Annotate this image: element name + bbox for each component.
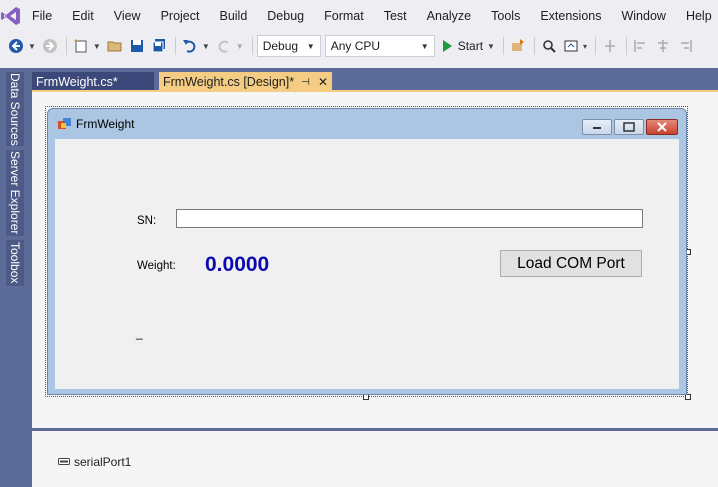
new-dropdown-icon[interactable]: ▼ (93, 42, 101, 51)
close-icon[interactable]: ✕ (318, 75, 328, 89)
menu-test[interactable]: Test (374, 0, 417, 32)
play-icon (442, 40, 452, 52)
visual-studio-logo-icon[interactable] (0, 0, 22, 32)
align-centers-icon (653, 36, 673, 56)
toolbar-separator (594, 37, 596, 55)
sn-label: SN: (137, 215, 157, 227)
navigate-back-icon[interactable] (6, 36, 26, 56)
form-titlebar: FrmWeight (48, 109, 686, 139)
window-buttons (580, 119, 678, 135)
find-icon[interactable] (539, 36, 559, 56)
start-label: Start (457, 39, 484, 53)
status-label: _ (136, 326, 143, 340)
navigate-forward-icon (40, 36, 60, 56)
toolbar-separator (65, 37, 67, 55)
component-tray (32, 428, 718, 487)
align-lefts-icon (631, 36, 651, 56)
toolbar-overflow-icon[interactable]: ▾ (583, 42, 587, 51)
browser-icon[interactable] (561, 36, 581, 56)
configuration-select[interactable]: Debug ▼ (256, 35, 321, 57)
menu-help[interactable]: Help (676, 0, 718, 32)
chevron-down-icon: ▼ (420, 41, 429, 51)
toolbar-separator (625, 37, 627, 55)
toolbar-strip (0, 60, 718, 68)
menu-build[interactable]: Build (209, 0, 257, 32)
menu-file[interactable]: File (22, 0, 62, 32)
weight-label: Weight: (137, 260, 176, 272)
tab-label: FrmWeight.cs [Design]* (163, 75, 295, 89)
new-project-icon[interactable] (71, 36, 91, 56)
load-com-port-button[interactable]: Load COM Port (500, 250, 642, 277)
server-explorer-tab[interactable]: Server Explorer (6, 150, 24, 236)
maximize-icon (623, 122, 635, 132)
weight-value: 0.0000 (205, 253, 270, 276)
close-button[interactable] (646, 119, 678, 135)
menu-tools[interactable]: Tools (481, 0, 530, 32)
document-tabs: FrmWeight.cs* FrmWeight.cs [Design]* ⊣ ✕ (32, 68, 718, 92)
menu-debug[interactable]: Debug (257, 0, 314, 32)
undo-icon[interactable] (180, 36, 200, 56)
sn-input[interactable] (176, 209, 643, 228)
toolbar-separator (502, 37, 504, 55)
hot-reload-icon[interactable] (508, 36, 528, 56)
menu-analyze[interactable]: Analyze (417, 0, 481, 32)
form-window[interactable]: FrmWeight SN: Weight: 0.0000 Load COM Po… (47, 108, 687, 395)
serial-port-component[interactable]: serialPort1 (58, 455, 131, 469)
toolbar-separator (174, 37, 176, 55)
save-icon[interactable] (127, 36, 147, 56)
form-client-area: SN: Weight: 0.0000 Load COM Port _ (55, 139, 679, 389)
serial-port-label: serialPort1 (74, 455, 132, 469)
serial-port-icon (58, 457, 70, 467)
align-grid-icon (600, 36, 620, 56)
minimize-icon (593, 127, 601, 129)
menu-bar: File Edit View Project Build Debug Forma… (0, 0, 718, 32)
chevron-down-icon: ▼ (306, 41, 315, 51)
menu-format[interactable]: Format (314, 0, 374, 32)
close-icon (657, 122, 667, 132)
minimize-button[interactable] (582, 119, 612, 135)
maximize-button[interactable] (614, 119, 644, 135)
menu-view[interactable]: View (104, 0, 151, 32)
platform-value: Any CPU (330, 39, 381, 53)
standard-toolbar: ▼ ▼ ▼ ▼ Debug ▼ Any CPU ▼ Start ▼ ▾ (0, 32, 718, 60)
pin-icon[interactable]: ⊣ (301, 77, 310, 88)
align-rights-icon (675, 36, 695, 56)
toolbar-separator (251, 37, 253, 55)
menu-window[interactable]: Window (611, 0, 675, 32)
start-dropdown-icon[interactable]: ▼ (487, 42, 495, 51)
configuration-value: Debug (262, 39, 299, 53)
start-debugging-button[interactable]: Start (439, 39, 487, 53)
form-app-icon (58, 117, 72, 131)
form-title: FrmWeight (76, 117, 135, 131)
redo-icon (214, 36, 234, 56)
undo-dropdown-icon[interactable]: ▼ (202, 42, 210, 51)
menu-project[interactable]: Project (151, 0, 210, 32)
tab-frmweight-design[interactable]: FrmWeight.cs [Design]* ⊣ ✕ (159, 72, 332, 92)
platform-select[interactable]: Any CPU ▼ (324, 35, 435, 57)
toolbar-separator (533, 37, 535, 55)
redo-dropdown-icon: ▼ (235, 41, 244, 51)
side-panel-tabs: Data Sources Server Explorer Toolbox (0, 68, 32, 487)
save-all-icon[interactable] (149, 36, 169, 56)
open-folder-icon[interactable] (105, 36, 125, 56)
menu-extensions[interactable]: Extensions (530, 0, 611, 32)
tab-frmweight-code[interactable]: FrmWeight.cs* (32, 72, 154, 92)
tab-label: FrmWeight.cs* (36, 75, 118, 89)
data-sources-tab[interactable]: Data Sources (6, 72, 24, 146)
menu-edit[interactable]: Edit (62, 0, 104, 32)
toolbox-tab[interactable]: Toolbox (6, 240, 24, 286)
back-dropdown-icon[interactable]: ▼ (28, 42, 36, 51)
